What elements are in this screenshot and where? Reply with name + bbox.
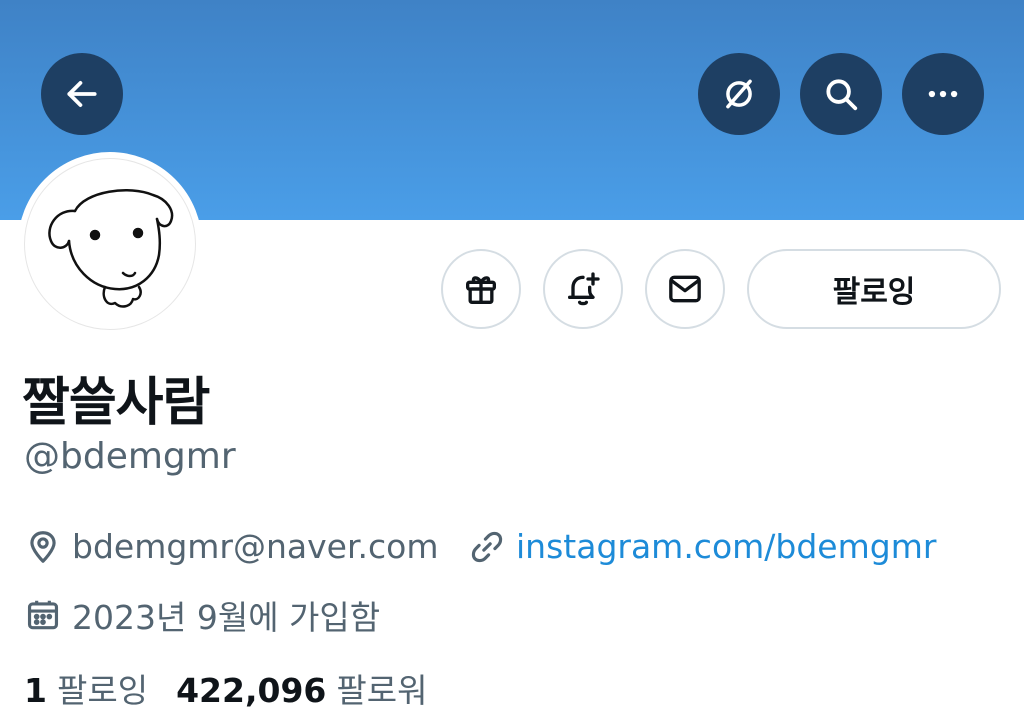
website-row[interactable]: instagram.com/bdemgmr — [468, 527, 936, 566]
bell-plus-icon — [568, 272, 600, 306]
more-button[interactable] — [902, 53, 984, 135]
envelope-icon — [669, 275, 701, 303]
gift-button[interactable] — [441, 249, 521, 329]
search-button[interactable] — [800, 53, 882, 135]
arrow-left-icon — [67, 81, 97, 107]
following-label[interactable]: 팔로잉 — [57, 664, 148, 712]
message-button[interactable] — [645, 249, 725, 329]
website-link[interactable]: instagram.com/bdemgmr — [516, 527, 936, 566]
location-row: bdemgmr@naver.com — [24, 527, 438, 566]
puppy-drawing-icon — [48, 189, 174, 308]
search-icon — [826, 79, 858, 111]
location-pin-icon — [30, 530, 56, 563]
location-text: bdemgmr@naver.com — [72, 527, 439, 566]
avatar[interactable] — [18, 152, 202, 336]
mute-button[interactable] — [698, 53, 780, 135]
followers-count[interactable]: 422,096 — [176, 671, 326, 710]
gift-icon — [466, 276, 496, 304]
more-horizontal-icon — [928, 90, 958, 98]
joined-row: 2023년 9월에 가입함 — [24, 591, 380, 639]
slashed-circle-icon — [726, 79, 752, 109]
following-count[interactable]: 1 — [24, 671, 47, 710]
calendar-icon — [27, 600, 59, 630]
notifications-button[interactable] — [543, 249, 623, 329]
user-handle: @bdemgmr — [24, 436, 236, 477]
follow-stats: 1 팔로잉 422,096 팔로워 — [24, 664, 455, 712]
joined-date: 2023년 9월에 가입함 — [72, 598, 381, 637]
followers-label[interactable]: 팔로워 — [336, 664, 427, 712]
link-icon — [471, 531, 503, 562]
following-button[interactable]: 팔로잉 — [747, 249, 1001, 329]
back-button[interactable] — [41, 53, 123, 135]
display-name: 짤쓸사람 — [22, 373, 210, 433]
